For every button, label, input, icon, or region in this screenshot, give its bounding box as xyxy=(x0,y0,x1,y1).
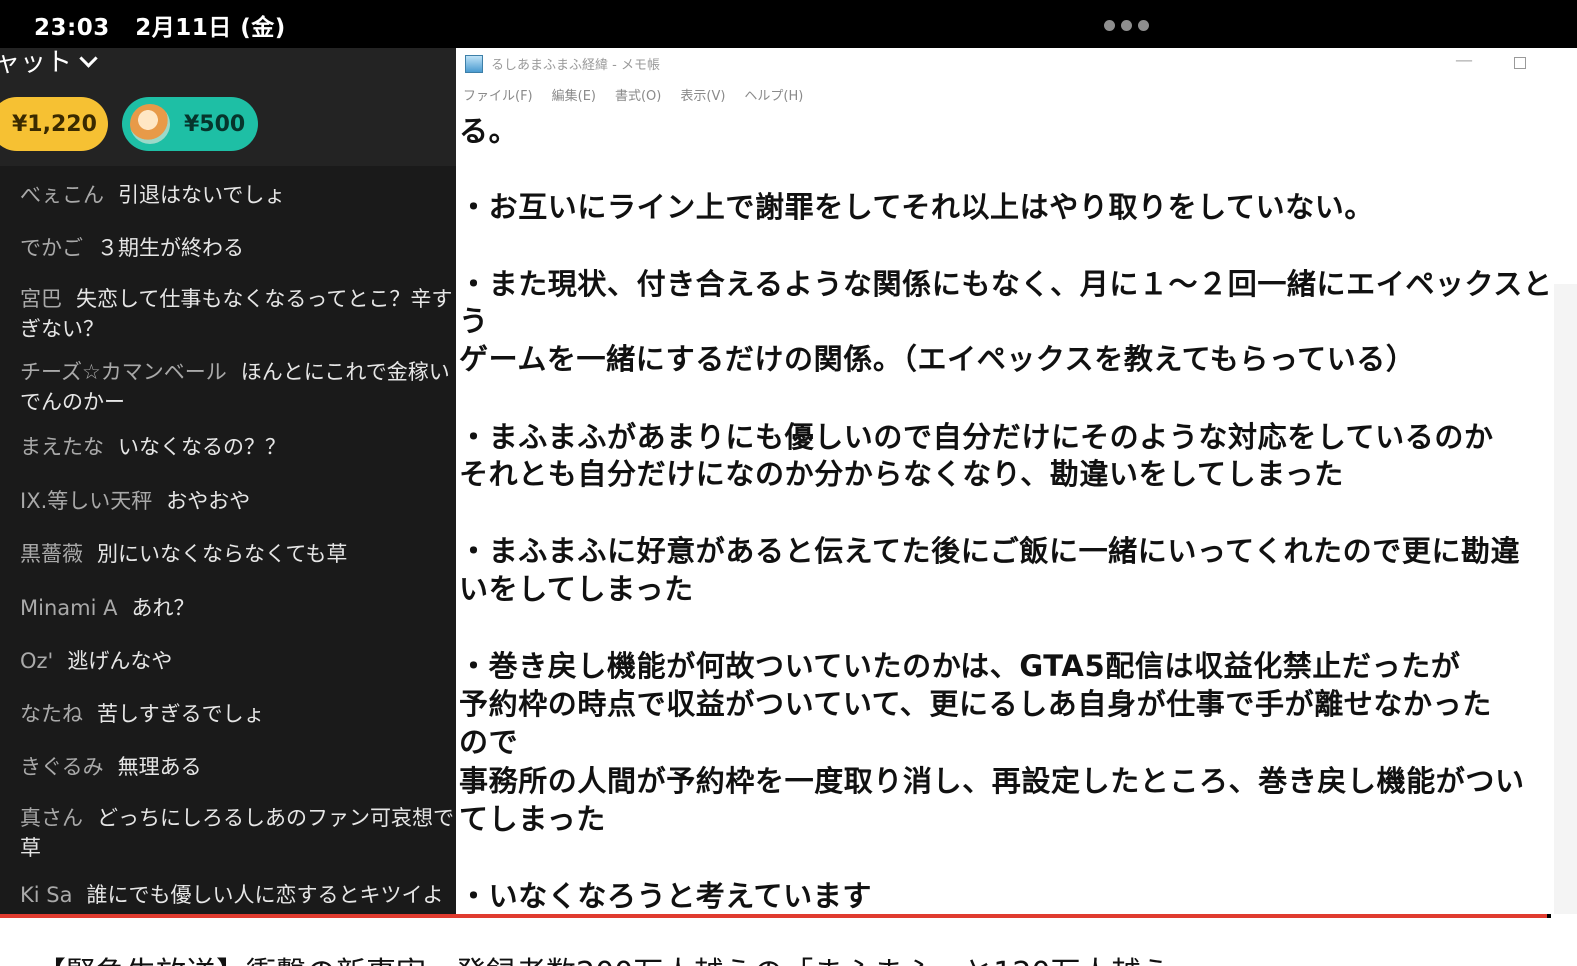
chat-text: 逃げんなや xyxy=(67,649,173,673)
text-line: ・お互いにライン上で謝罪をしてそれ以上はやり取りをしていない。 xyxy=(459,190,1374,224)
chat-message: Ki Sa 誰にでも優しい人に恋するとキツイよ xyxy=(20,880,456,910)
chat-text-continued: ぎない？ xyxy=(20,317,104,341)
chat-text: ３期生が終わる xyxy=(97,236,244,260)
notepad-titlebar[interactable]: るしあまふまふ経緯 - メモ帳 — xyxy=(456,48,1551,78)
text-line: ゲームを一緒にするだけの関係。（エイペックスを教えてもらっている） xyxy=(459,342,1416,376)
chat-message: まえたな いなくなるの？？ xyxy=(20,432,456,462)
chat-author[interactable]: Ki Sa xyxy=(20,883,72,907)
text-line: てしまった xyxy=(459,802,606,836)
text-line: る。 xyxy=(459,114,519,148)
text-line: ・まふまふに好意があると伝えてた後にご飯に一緒にいってくれたので更に勘違 xyxy=(459,534,1521,568)
chat-author[interactable]: でかご xyxy=(20,236,83,260)
text-line: ・巻き戻し機能が何故ついていたのかは、GTA5配信は収益化禁止だったが xyxy=(459,649,1461,683)
chat-message: Minami A あれ？ xyxy=(20,593,456,623)
text-line: う xyxy=(459,304,489,338)
chat-author[interactable]: 宮巴 xyxy=(20,287,62,311)
chat-message: 宮巴 失恋して仕事もなくなるってとこ？辛す ぎない？ xyxy=(20,284,456,344)
chat-text: 引退はないでしょ xyxy=(118,183,286,207)
menu-file[interactable]: ファイル(F) xyxy=(463,85,533,107)
chat-author[interactable]: チーズ☆カマンベール xyxy=(20,360,227,384)
chat-mode-dropdown[interactable]: ャット xyxy=(0,48,98,79)
chat-text: どっちにしろるしあのファン可哀想で xyxy=(97,806,454,830)
chat-title: ャット xyxy=(0,48,73,78)
menu-view[interactable]: 表示(V) xyxy=(680,85,725,107)
window-title: るしあまふまふ経緯 - メモ帳 xyxy=(491,58,660,73)
chat-message: チーズ☆カマンベール ほんとにこれで金稼い でんのかー xyxy=(20,357,456,417)
chat-message: 黒薔薇 別にいなくならなくても草 xyxy=(20,539,456,569)
video-title-area: 【緊急生放送】衝撃の新事実 登録者数200万人越えの「まふまふ」と120万人越え xyxy=(0,918,1577,966)
chat-author[interactable]: 真さん xyxy=(20,806,83,830)
chat-text: おやおや xyxy=(166,489,251,513)
chat-author[interactable]: まえたな xyxy=(20,435,104,459)
chat-author[interactable]: Minami A xyxy=(20,596,117,620)
superchat-amount: ¥500 xyxy=(184,111,246,137)
chat-message: きぐるみ 無理ある xyxy=(20,752,456,782)
chat-message: IX.等しい天秤 おやおや xyxy=(20,486,456,516)
chat-author[interactable]: IX.等しい天秤 xyxy=(20,489,152,513)
video-title: 【緊急生放送】衝撃の新事実 登録者数200万人越えの「まふまふ」と120万人越え xyxy=(36,948,1171,966)
menu-edit[interactable]: 編集(E) xyxy=(552,85,596,107)
right-edge xyxy=(1551,48,1577,918)
chat-author[interactable]: なたね xyxy=(20,702,83,726)
notepad-window: るしあまふまふ経緯 - メモ帳 — ファイル(F) 編集(E) 書式(O) 表示… xyxy=(456,48,1551,914)
avatar xyxy=(130,104,170,144)
superchat-chip[interactable]: ¥500 xyxy=(122,97,258,151)
minimize-icon[interactable]: — xyxy=(1455,50,1473,71)
text-line: ・また現状、付き合えるような関係にもなく、月に１～２回一緒にエイペックスとい xyxy=(459,267,1551,301)
chat-message: べぇこん 引退はないでしょ xyxy=(20,180,456,210)
more-dots-icon[interactable] xyxy=(1104,20,1149,31)
status-date: 2月11日 (金) xyxy=(135,15,286,41)
superchat-chip[interactable]: ¥1,220 xyxy=(0,97,108,151)
chat-text: ほんとにこれで金稼い xyxy=(240,360,450,384)
text-line: ・いなくなろうと考えています xyxy=(459,879,872,913)
chat-author[interactable]: 黒薔薇 xyxy=(20,542,83,566)
chat-text: 失恋して仕事もなくなるってとこ？辛す xyxy=(76,287,453,311)
live-chat-panel: ャット ¥1,220 ¥500 べぇこん 引退はないでしょ でかご ３期生が終わる … xyxy=(0,48,456,916)
text-line: ので xyxy=(459,725,519,759)
chat-text: 苦しすぎるでしょ xyxy=(97,702,265,726)
chat-header: ャット ¥1,220 ¥500 xyxy=(0,48,456,166)
text-line: いをしてしまった xyxy=(459,572,694,606)
chat-author[interactable]: きぐるみ xyxy=(20,755,104,779)
status-clock: 23:03 xyxy=(34,15,110,41)
scrollbar[interactable] xyxy=(1554,284,1577,914)
chat-text-continued: でんのかー xyxy=(20,390,125,414)
chat-author[interactable]: べぇこん xyxy=(20,183,104,207)
chat-message: なたね 苦しすぎるでしょ xyxy=(20,699,456,729)
text-line: ・まふまふがあまりにも優しいので自分だけにそのような対応をしているのか xyxy=(459,420,1494,454)
chat-text-continued: 草 xyxy=(20,836,41,860)
maximize-icon[interactable] xyxy=(1514,57,1526,69)
chat-text: 誰にでも優しい人に恋するとキツイよ xyxy=(86,883,444,907)
superchat-amount: ¥1,220 xyxy=(12,111,97,137)
menu-format[interactable]: 書式(O) xyxy=(615,85,661,107)
chat-text: あれ？ xyxy=(131,596,195,620)
text-line: 事務所の人間が予約枠を一度取り消し、再設定したところ、巻き戻し機能がつい xyxy=(459,764,1525,798)
chat-text: いなくなるの？？ xyxy=(118,435,286,459)
chat-author[interactable]: Oz' xyxy=(20,649,53,673)
chat-text: 別にいなくならなくても草 xyxy=(97,542,348,566)
chat-message: 真さん どっちにしろるしあのファン可哀想で 草 xyxy=(20,803,456,863)
text-line: 予約枠の時点で収益がついていて、更にるしあ自身が仕事で手が離せなかった xyxy=(459,687,1492,721)
status-time: 23:03 2月11日 (金) xyxy=(34,8,286,42)
menu-bar: ファイル(F) 編集(E) 書式(O) 表示(V) ヘルプ(H) xyxy=(456,85,815,107)
chat-text: 無理ある xyxy=(117,755,202,779)
notepad-app-icon xyxy=(465,55,483,73)
menu-help[interactable]: ヘルプ(H) xyxy=(744,85,803,107)
text-line: それとも自分だけになのか分からなくなり、勘違いをしてしまった xyxy=(459,457,1344,491)
status-bar: 23:03 2月11日 (金) xyxy=(0,0,1577,48)
chat-message: Oz' 逃げんなや xyxy=(20,646,456,676)
chat-message: でかご ３期生が終わる xyxy=(20,233,456,263)
chevron-down-icon xyxy=(79,49,98,68)
